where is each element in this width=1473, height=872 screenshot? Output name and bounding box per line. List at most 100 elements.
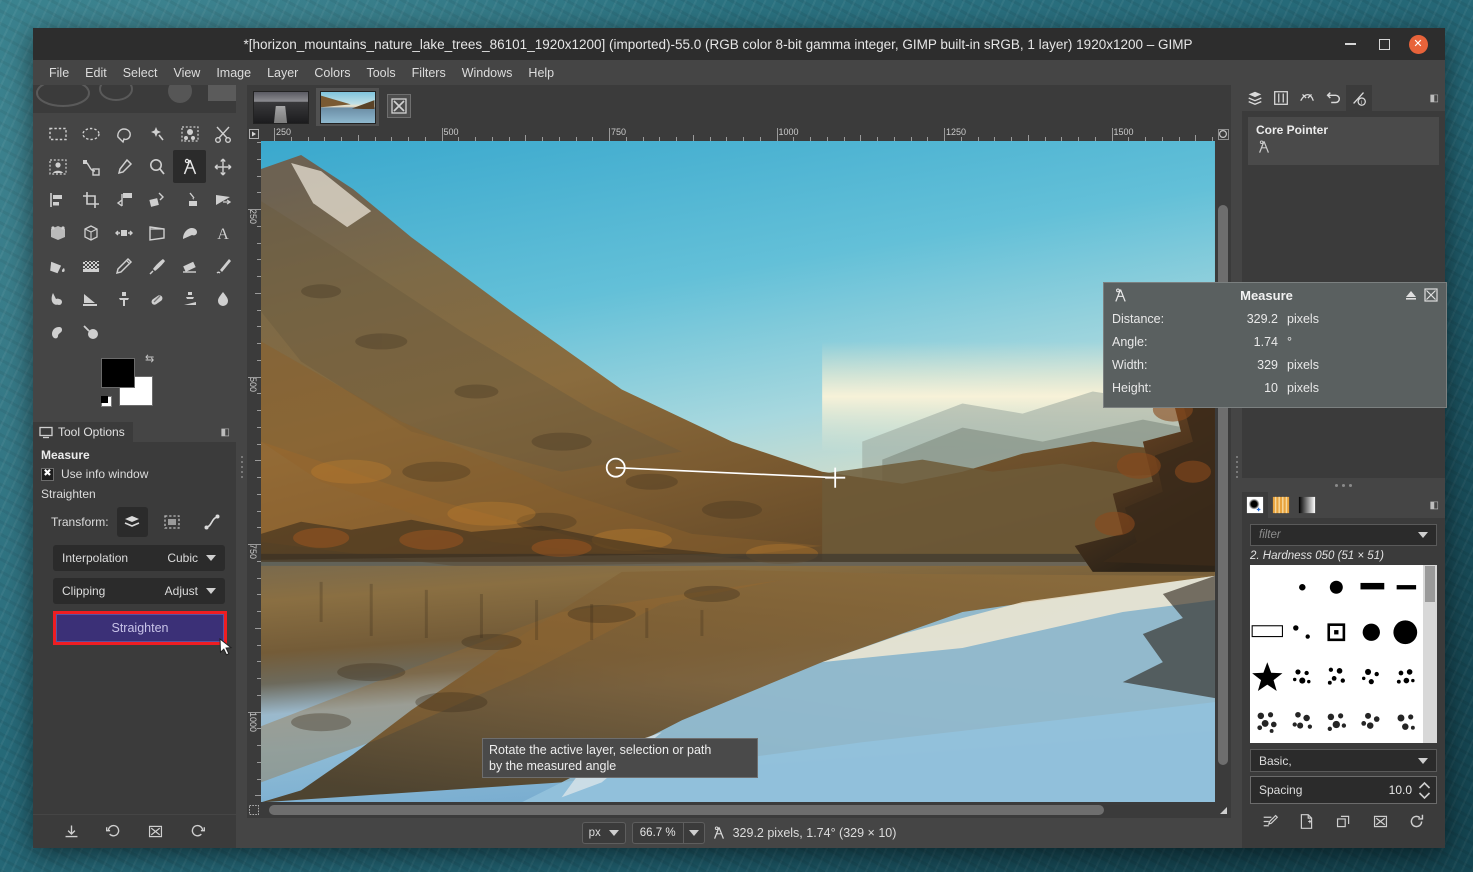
- flip-icon[interactable]: [140, 216, 173, 249]
- menu-colors[interactable]: Colors: [306, 63, 358, 83]
- foreground-color-swatch[interactable]: [101, 358, 135, 388]
- dodge-burn-icon[interactable]: [74, 315, 107, 348]
- transform-3d-icon[interactable]: [41, 216, 74, 249]
- warp-transform-icon[interactable]: [173, 216, 206, 249]
- straighten-button[interactable]: Straighten: [56, 614, 224, 642]
- gradients-icon[interactable]: [1294, 492, 1320, 518]
- crop-icon[interactable]: [74, 183, 107, 216]
- quick-mask-toggle[interactable]: [247, 802, 261, 818]
- right-dock-resize-handle[interactable]: [1231, 85, 1242, 848]
- brush-cell[interactable]: [1250, 610, 1285, 655]
- navigation-preview-button[interactable]: [1215, 802, 1231, 818]
- brush-cell[interactable]: [1319, 699, 1354, 744]
- brush-cell[interactable]: [1319, 610, 1354, 655]
- tool-options-menu-button[interactable]: ◧: [221, 427, 230, 438]
- blur-sharpen-icon[interactable]: [206, 282, 239, 315]
- reset-colors-icon[interactable]: [101, 396, 112, 407]
- brush-cell[interactable]: [1354, 699, 1389, 744]
- clipping-combo[interactable]: Clipping Adjust: [53, 578, 225, 604]
- paths-icon[interactable]: [74, 150, 107, 183]
- brush-cell[interactable]: [1319, 565, 1354, 610]
- brush-cell[interactable]: [1388, 654, 1423, 699]
- menu-help[interactable]: Help: [520, 63, 562, 83]
- horizontal-ruler[interactable]: 250500750100012501500: [261, 127, 1215, 141]
- pencil-icon[interactable]: [107, 249, 140, 282]
- collapse-icon[interactable]: [1404, 288, 1418, 302]
- maximize-button[interactable]: [1367, 28, 1401, 60]
- smudge-icon[interactable]: [41, 315, 74, 348]
- menu-tools[interactable]: Tools: [358, 63, 403, 83]
- brush-cell[interactable]: [1285, 610, 1320, 655]
- menu-layer[interactable]: Layer: [259, 63, 306, 83]
- brush-cell[interactable]: [1388, 610, 1423, 655]
- brush-cell[interactable]: [1250, 565, 1285, 610]
- zoom-image-button[interactable]: [1215, 127, 1231, 141]
- text-icon[interactable]: A: [206, 216, 239, 249]
- handle-transform-icon[interactable]: [107, 216, 140, 249]
- measure-info-window[interactable]: Measure Distance: 329.2 pixels Angle: 1.…: [1103, 282, 1447, 408]
- new-brush-icon[interactable]: [1298, 813, 1315, 830]
- tab-tool-options[interactable]: Tool Options: [33, 422, 133, 442]
- refresh-brushes-icon[interactable]: [1408, 813, 1425, 830]
- duplicate-brush-icon[interactable]: [1335, 813, 1352, 830]
- move-icon[interactable]: [206, 150, 239, 183]
- chevron-down-icon[interactable]: [1418, 532, 1428, 538]
- menu-file[interactable]: File: [41, 63, 77, 83]
- use-info-window-checkbox[interactable]: ✖: [41, 468, 54, 481]
- menu-select[interactable]: Select: [115, 63, 166, 83]
- scale-icon[interactable]: [140, 183, 173, 216]
- pointer-icon[interactable]: i: [1346, 85, 1372, 111]
- brush-scroll-thumb[interactable]: [1425, 566, 1435, 602]
- paintbrush-icon[interactable]: [140, 249, 173, 282]
- patterns-icon[interactable]: [1268, 492, 1294, 518]
- brush-cell[interactable]: [1354, 654, 1389, 699]
- heal-icon[interactable]: [140, 282, 173, 315]
- horizontal-scroll-thumb[interactable]: [269, 805, 1104, 815]
- image-tab-road[interactable]: [249, 88, 312, 126]
- zoom-dropdown-button[interactable]: [683, 823, 704, 843]
- channels-icon[interactable]: [1268, 85, 1294, 111]
- ruler-origin-button[interactable]: [247, 127, 261, 141]
- brush-cell[interactable]: [1285, 699, 1320, 744]
- foreground-select-icon[interactable]: [41, 150, 74, 183]
- chevron-down-icon[interactable]: [1418, 791, 1431, 800]
- mypaint-brush-icon[interactable]: [74, 282, 107, 315]
- brush-cell[interactable]: [1319, 654, 1354, 699]
- spacing-stepper[interactable]: [1418, 781, 1434, 800]
- brush-cell[interactable]: [1250, 654, 1285, 699]
- perspective-icon[interactable]: [206, 183, 239, 216]
- left-dock-resize-handle[interactable]: [236, 85, 247, 848]
- delete-tool-preset-icon[interactable]: [147, 823, 164, 840]
- ink-icon[interactable]: [41, 282, 74, 315]
- menu-edit[interactable]: Edit: [77, 63, 115, 83]
- ellipse-select-icon[interactable]: [74, 117, 107, 150]
- pointer-device-card[interactable]: Core Pointer: [1248, 117, 1439, 165]
- delete-brush-icon[interactable]: [1372, 813, 1389, 830]
- close-button[interactable]: ✕: [1401, 28, 1435, 60]
- brush-cell[interactable]: [1285, 654, 1320, 699]
- right-dock-splitter[interactable]: [1242, 478, 1445, 492]
- fuzzy-select-icon[interactable]: [140, 117, 173, 150]
- right-dock-menu-button[interactable]: ◧: [1430, 93, 1439, 104]
- vertical-scrollbar[interactable]: [1215, 141, 1231, 802]
- brush-filter-input[interactable]: filter: [1250, 524, 1437, 546]
- use-info-window-row[interactable]: ✖ Use info window: [41, 467, 228, 481]
- transform-selection-icon[interactable]: [156, 507, 188, 537]
- brush-cell[interactable]: [1388, 565, 1423, 610]
- reset-tool-options-icon[interactable]: [189, 823, 206, 840]
- unified-transform-icon[interactable]: [74, 216, 107, 249]
- unit-combo[interactable]: px: [582, 822, 626, 844]
- select-by-color-icon[interactable]: [173, 117, 206, 150]
- chevron-up-icon[interactable]: [1418, 781, 1431, 790]
- transform-layer-icon[interactable]: [117, 507, 149, 537]
- interpolation-combo[interactable]: Interpolation Cubic: [53, 545, 225, 571]
- spacing-slider[interactable]: Spacing 10.0: [1250, 776, 1437, 804]
- menu-filters[interactable]: Filters: [404, 63, 454, 83]
- close-image-icon[interactable]: [387, 94, 411, 118]
- zoom-icon[interactable]: [140, 150, 173, 183]
- measure-icon[interactable]: [173, 150, 206, 183]
- close-icon[interactable]: [1424, 288, 1438, 302]
- gradient-icon[interactable]: [74, 249, 107, 282]
- transform-path-icon[interactable]: [196, 507, 228, 537]
- color-picker-icon[interactable]: [107, 150, 140, 183]
